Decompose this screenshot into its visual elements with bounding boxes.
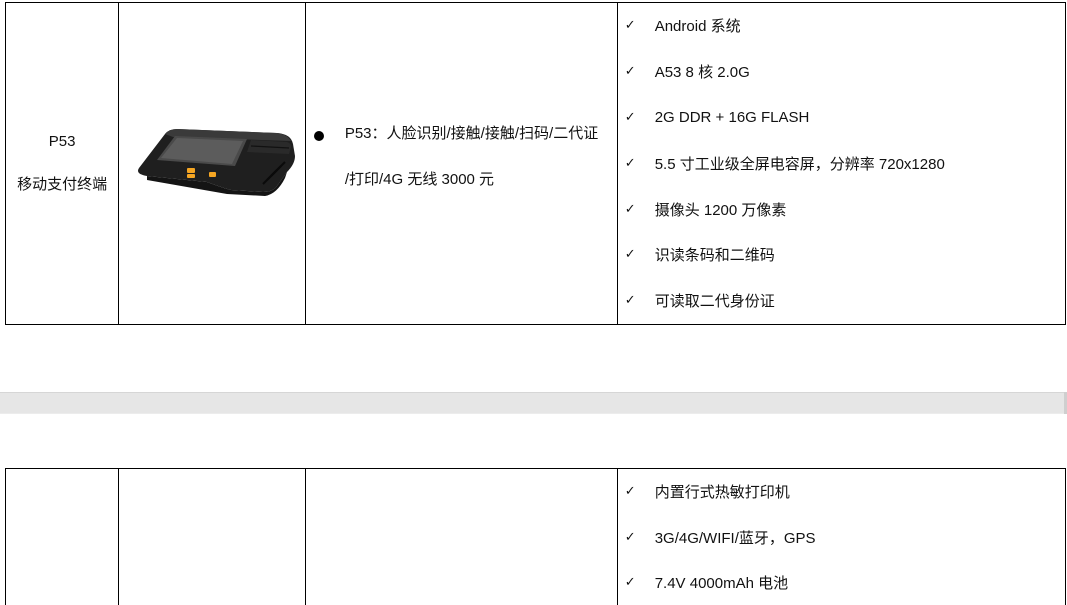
feature-text: 3G/4G/WIFI/蓝牙，GPS <box>654 529 816 547</box>
table-row: P53 移动支付终端 P53：人脸识别/接触/接触/扫码/二代证 /打印/4G … <box>4 2 1067 325</box>
check-icon: ✓ <box>624 18 636 34</box>
table-row: ✓ 内置行式热敏打印机 ✓ 3G/4G/WIFI/蓝牙，GPS ✓ 7.4V 4000… <box>4 468 1067 605</box>
list-item: ✓ 内置行式热敏打印机 <box>618 469 1065 515</box>
spec-table-page-2: ✓ 内置行式热敏打印机 ✓ 3G/4G/WIFI/蓝牙，GPS ✓ 7.4V 4000… <box>4 468 1067 605</box>
check-icon: ✓ <box>624 484 636 500</box>
feature-text: 识读条码和二维码 <box>654 247 775 265</box>
page-break <box>0 392 1067 414</box>
feature-text: 5.5 寸工业级全屏电容屏，分辨率 720x1280 <box>654 155 945 173</box>
check-icon: ✓ <box>624 293 636 309</box>
feature-text: 可读取二代身份证 <box>654 293 775 311</box>
check-icon: ✓ <box>624 247 636 263</box>
feature-text: A53 8 核 2.0G <box>654 64 750 82</box>
check-icon: ✓ <box>624 575 636 591</box>
list-item: ✓ A53 8 核 2.0G <box>618 49 1065 95</box>
check-icon: ✓ <box>624 155 636 171</box>
check-icon: ✓ <box>624 64 636 80</box>
description-item: P53：人脸识别/接触/接触/扫码/二代证 /打印/4G 无线 3000 元 <box>306 124 617 203</box>
feature-list: ✓ 内置行式热敏打印机 ✓ 3G/4G/WIFI/蓝牙，GPS ✓ 7.4V 4000… <box>618 469 1065 605</box>
list-item: ✓ 摄像头 1200 万像素 <box>618 186 1065 232</box>
feature-list: ✓ Android 系统 ✓ A53 8 核 2.0G ✓ 2G DDR + 16G … <box>618 3 1065 324</box>
check-icon: ✓ <box>624 109 636 125</box>
feature-text: 2G DDR + 16G FLASH <box>654 108 810 126</box>
bullet-icon <box>313 130 324 141</box>
list-item: ✓ 2G DDR + 16G FLASH <box>618 95 1065 141</box>
features-cell: ✓ Android 系统 ✓ A53 8 核 2.0G ✓ 2G DDR + 16G … <box>616 2 1067 325</box>
spec-table-page-1: P53 移动支付终端 P53：人脸识别/接触/接触/扫码/二代证 /打印/4G … <box>4 2 1067 325</box>
model-name: P53 <box>48 132 76 150</box>
features-cell: ✓ 内置行式热敏打印机 ✓ 3G/4G/WIFI/蓝牙，GPS ✓ 7.4V 4000… <box>616 468 1067 605</box>
list-item: ✓ Android 系统 <box>618 3 1065 49</box>
product-image-cell <box>118 468 306 605</box>
list-item: ✓ 3G/4G/WIFI/蓝牙，GPS <box>618 515 1065 561</box>
check-icon: ✓ <box>624 201 636 217</box>
product-image <box>138 129 296 197</box>
feature-text: Android 系统 <box>654 18 741 36</box>
model-cell: P53 移动支付终端 <box>4 2 120 325</box>
feature-text: 内置行式热敏打印机 <box>654 484 790 502</box>
model-cell <box>4 468 120 605</box>
list-item: ✓ 7.4V 4000mAh 电池 <box>618 560 1065 605</box>
product-image-cell <box>118 2 306 325</box>
description-cell <box>304 468 618 605</box>
description-text: P53：人脸识别/接触/接触/扫码/二代证 /打印/4G 无线 3000 元 <box>345 111 598 203</box>
list-item: ✓ 可读取二代身份证 <box>618 278 1065 324</box>
feature-text: 7.4V 4000mAh 电池 <box>654 575 789 593</box>
description-line-2: /打印/4G 无线 3000 元 <box>344 170 495 188</box>
check-icon: ✓ <box>624 529 636 545</box>
list-item: ✓ 识读条码和二维码 <box>618 232 1065 278</box>
list-item: ✓ 5.5 寸工业级全屏电容屏，分辨率 720x1280 <box>618 140 1065 186</box>
feature-text: 摄像头 1200 万像素 <box>654 201 787 219</box>
model-type: 移动支付终端 <box>17 175 108 193</box>
description-line-1: P53：人脸识别/接触/接触/扫码/二代证 <box>344 124 599 142</box>
document-page: P53 移动支付终端 P53：人脸识别/接触/接触/扫码/二代证 /打印/4G … <box>0 0 1067 605</box>
description-cell: P53：人脸识别/接触/接触/扫码/二代证 /打印/4G 无线 3000 元 <box>304 2 618 325</box>
